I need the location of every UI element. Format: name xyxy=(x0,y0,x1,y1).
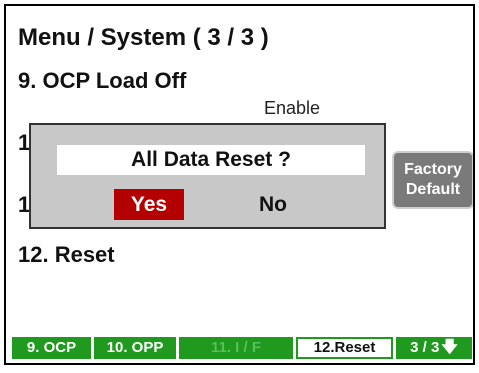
instrument-screen: Menu / System ( 3 / 3 ) 9. OCP Load Off … xyxy=(4,4,475,365)
yes-button[interactable]: Yes xyxy=(114,189,184,220)
menu-item-ocp-load-off[interactable]: 9. OCP Load Off xyxy=(18,68,186,94)
menu-item-reset[interactable]: 12. Reset xyxy=(18,242,115,268)
ocp-load-off-value: Enable xyxy=(264,98,321,118)
softkey-page[interactable]: 3 / 3 🡇 xyxy=(396,337,472,359)
reset-confirm-dialog: All Data Reset ? Yes No xyxy=(29,123,386,229)
factory-default-line2: Default xyxy=(405,181,461,198)
factory-default-line1: Factory xyxy=(404,161,462,178)
no-button[interactable]: No xyxy=(243,189,303,220)
page-title: Menu / System ( 3 / 3 ) xyxy=(18,24,269,51)
softkey-ocp[interactable]: 9. OCP xyxy=(12,337,91,359)
arrow-down-icon: 🡇 xyxy=(441,339,458,356)
softkey-page-label: 3 / 3 xyxy=(410,339,440,356)
dialog-message: All Data Reset ? xyxy=(57,145,365,175)
softkey-opp[interactable]: 10. OPP xyxy=(94,337,176,359)
softkey-if: 11. I / F xyxy=(179,337,293,359)
softkey-reset[interactable]: 12.Reset xyxy=(296,337,393,359)
factory-default-button[interactable]: Factory Default xyxy=(392,151,473,209)
